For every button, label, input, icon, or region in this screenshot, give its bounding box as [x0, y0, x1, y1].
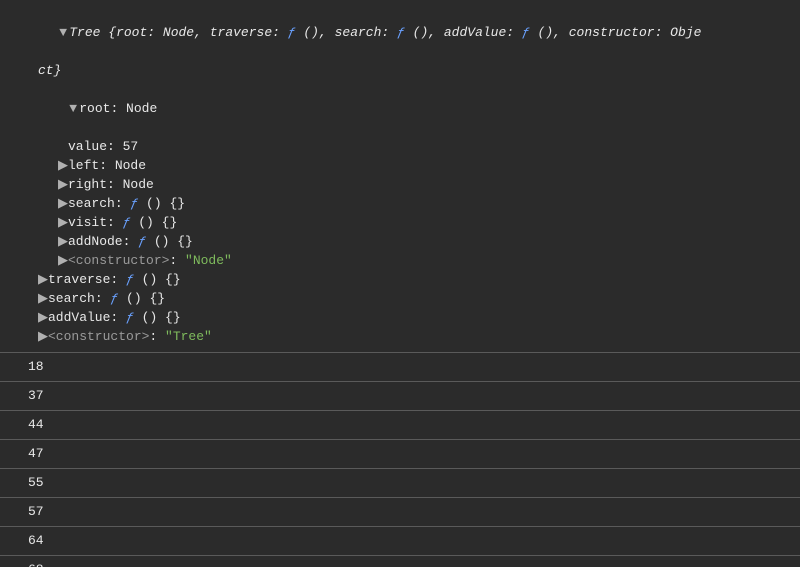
property-row[interactable]: ▶search: ƒ () {}	[0, 194, 800, 213]
property-row[interactable]: ▶<constructor>: "Node"	[0, 251, 800, 270]
chevron-right-icon[interactable]: ▶	[38, 308, 48, 327]
function-keyword: ƒ	[110, 291, 118, 306]
property-key: left	[68, 158, 99, 173]
function-keyword: ƒ	[126, 272, 134, 287]
property-value: "Node"	[185, 253, 232, 268]
property-row[interactable]: ▶visit: ƒ () {}	[0, 213, 800, 232]
function-keyword: ƒ	[126, 310, 134, 325]
function-signature: () {}	[126, 291, 165, 306]
property-row[interactable]: ▶search: ƒ () {}	[0, 289, 800, 308]
property-row[interactable]: ▶right: Node	[0, 175, 800, 194]
chevron-right-icon[interactable]: ▶	[58, 156, 68, 175]
console-log-row[interactable]: 44	[0, 410, 800, 439]
function-signature: () {}	[146, 196, 185, 211]
property-value: Node	[123, 177, 154, 192]
console-log-row[interactable]: 37	[0, 381, 800, 410]
property-key: <constructor>	[48, 329, 149, 344]
chevron-right-icon[interactable]: ▶	[38, 270, 48, 289]
object-summary: {root: Node, traverse: ƒ (), search: ƒ (…	[100, 25, 701, 40]
chevron-right-icon[interactable]: ▶	[58, 194, 68, 213]
function-signature: () {}	[154, 234, 193, 249]
chevron-down-icon[interactable]: ▼	[69, 99, 79, 118]
function-keyword: ƒ	[138, 234, 146, 249]
property-value: Node	[126, 101, 157, 116]
property-key: root	[79, 101, 110, 116]
property-row[interactable]: value: 57	[0, 137, 800, 156]
console-log-row[interactable]: 68	[0, 555, 800, 567]
property-row[interactable]: ▶addNode: ƒ () {}	[0, 232, 800, 251]
console-panel: ▼Tree {root: Node, traverse: ƒ (), searc…	[0, 0, 800, 567]
console-log-list: 18374447555764687376	[0, 352, 800, 567]
property-key: right	[68, 177, 107, 192]
chevron-right-icon[interactable]: ▶	[58, 251, 68, 270]
console-log-row[interactable]: 47	[0, 439, 800, 468]
property-value: "Tree"	[165, 329, 212, 344]
property-row[interactable]: ▶<constructor>: "Tree"	[0, 327, 800, 346]
property-row[interactable]: ▶addValue: ƒ () {}	[0, 308, 800, 327]
property-key: search	[68, 196, 115, 211]
property-row[interactable]: ▶left: Node	[0, 156, 800, 175]
function-signature: () {}	[142, 272, 181, 287]
function-keyword: ƒ	[123, 215, 131, 230]
property-value: 57	[123, 139, 139, 154]
function-keyword: ƒ	[130, 196, 138, 211]
function-signature: () {}	[138, 215, 177, 230]
class-name: Tree	[69, 25, 100, 40]
property-value: Node	[115, 158, 146, 173]
property-key: addValue	[48, 310, 110, 325]
chevron-down-icon[interactable]: ▼	[59, 23, 69, 42]
property-key: traverse	[48, 272, 110, 287]
console-log-row[interactable]: 55	[0, 468, 800, 497]
object-summary-row[interactable]: ▼Tree {root: Node, traverse: ƒ (), searc…	[0, 4, 800, 61]
function-signature: () {}	[142, 310, 181, 325]
chevron-right-icon[interactable]: ▶	[38, 289, 48, 308]
console-log-row[interactable]: 18	[0, 352, 800, 381]
object-summary-wrap: ct}	[0, 61, 800, 80]
property-key: value	[68, 139, 107, 154]
property-key: addNode	[68, 234, 123, 249]
spacer	[58, 137, 68, 156]
property-row-root[interactable]: ▼root: Node	[0, 80, 800, 137]
chevron-right-icon[interactable]: ▶	[58, 213, 68, 232]
property-row[interactable]: ▶traverse: ƒ () {}	[0, 270, 800, 289]
property-key: <constructor>	[68, 253, 169, 268]
property-key: visit	[68, 215, 107, 230]
chevron-right-icon[interactable]: ▶	[58, 175, 68, 194]
console-log-row[interactable]: 57	[0, 497, 800, 526]
chevron-right-icon[interactable]: ▶	[58, 232, 68, 251]
property-key: search	[48, 291, 95, 306]
console-log-row[interactable]: 64	[0, 526, 800, 555]
chevron-right-icon[interactable]: ▶	[38, 327, 48, 346]
